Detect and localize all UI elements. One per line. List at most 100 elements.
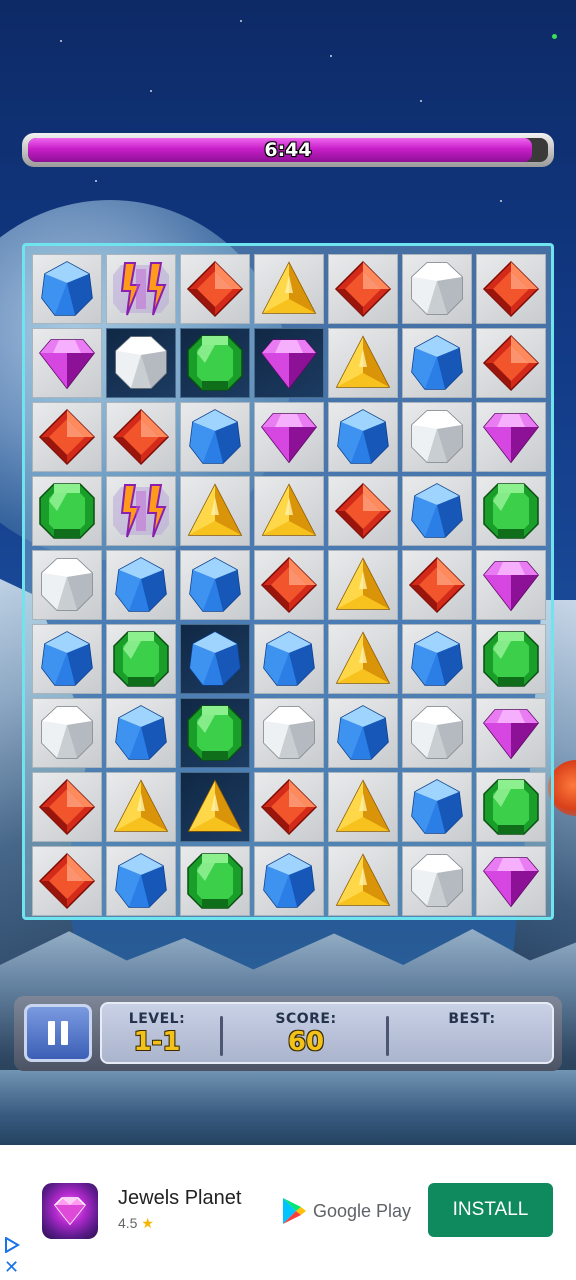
best-block: BEST: [392, 1004, 552, 1062]
board-cell[interactable] [106, 698, 176, 768]
board-cell[interactable] [254, 476, 324, 546]
ad-app-name[interactable]: Jewels Planet [118, 1187, 241, 1210]
board-cell[interactable] [180, 772, 250, 842]
board-cell[interactable] [476, 550, 546, 620]
blue-gem-icon [185, 629, 245, 689]
red-gem-icon [481, 333, 541, 393]
board-cell[interactable] [254, 402, 324, 472]
board-cell[interactable] [106, 476, 176, 546]
ad-choices-icon[interactable] [4, 1237, 20, 1253]
pause-button[interactable] [24, 1004, 92, 1062]
board-cell[interactable] [402, 698, 472, 768]
board-cell[interactable] [328, 846, 398, 916]
board-cell[interactable] [254, 328, 324, 398]
board-cell[interactable] [328, 624, 398, 694]
board-cell[interactable] [402, 476, 472, 546]
board-cell[interactable] [476, 254, 546, 324]
board-cell[interactable] [180, 402, 250, 472]
board-cell[interactable] [254, 550, 324, 620]
board-cell[interactable] [106, 328, 176, 398]
white-gem-icon [407, 703, 467, 763]
board-cell[interactable] [476, 328, 546, 398]
board-cell[interactable] [106, 624, 176, 694]
blue-gem-icon [407, 777, 467, 837]
board-cell[interactable] [328, 698, 398, 768]
board-cell[interactable] [254, 624, 324, 694]
board-cell[interactable] [32, 254, 102, 324]
red-gem-icon [333, 259, 393, 319]
install-button[interactable]: INSTALL [428, 1183, 553, 1237]
board-cell[interactable] [254, 254, 324, 324]
board-cell[interactable] [328, 772, 398, 842]
board-cell[interactable] [328, 550, 398, 620]
board-cell[interactable] [32, 624, 102, 694]
board-cell[interactable] [106, 402, 176, 472]
water [0, 1070, 576, 1145]
star [420, 100, 422, 102]
board-cell[interactable] [32, 476, 102, 546]
board-cell[interactable] [32, 846, 102, 916]
board-cell[interactable] [476, 772, 546, 842]
board-cell[interactable] [106, 846, 176, 916]
board-cell[interactable] [402, 846, 472, 916]
red-gem-icon [259, 777, 319, 837]
board-cell[interactable] [402, 254, 472, 324]
white-gem-icon [37, 555, 97, 615]
white-gem-icon [407, 851, 467, 911]
yellow-gem-icon [333, 851, 393, 911]
timer-text: 6:44 [264, 139, 312, 161]
board-cell[interactable] [402, 772, 472, 842]
board-cell[interactable] [180, 254, 250, 324]
board-cell[interactable] [32, 772, 102, 842]
board-cell[interactable] [402, 328, 472, 398]
board-cell[interactable] [106, 254, 176, 324]
board-cell[interactable] [32, 698, 102, 768]
board-cell[interactable] [328, 402, 398, 472]
bolt-gem-icon [111, 481, 171, 541]
board-cell[interactable] [106, 772, 176, 842]
google-play-badge[interactable]: Google Play [281, 1197, 411, 1225]
board-cell[interactable] [476, 698, 546, 768]
board-cell[interactable] [402, 550, 472, 620]
app-icon[interactable] [42, 1183, 98, 1239]
board-cell[interactable] [32, 550, 102, 620]
board-cell[interactable] [180, 328, 250, 398]
board-cell[interactable] [402, 402, 472, 472]
board-cell[interactable] [254, 698, 324, 768]
board-cell[interactable] [328, 328, 398, 398]
green-gem-icon [185, 703, 245, 763]
timer-track: 6:44 [28, 138, 548, 162]
level-block: LEVEL: 1-1 [102, 1004, 212, 1062]
board-cell[interactable] [476, 846, 546, 916]
board-cell[interactable] [476, 402, 546, 472]
board-cell[interactable] [328, 254, 398, 324]
red-gem-icon [37, 851, 97, 911]
board-cell[interactable] [476, 476, 546, 546]
board-cell[interactable] [254, 772, 324, 842]
white-gem-icon [407, 407, 467, 467]
board-cell[interactable] [180, 846, 250, 916]
blue-gem-icon [185, 407, 245, 467]
google-play-text: Google Play [313, 1200, 412, 1221]
blue-gem-icon [333, 407, 393, 467]
blue-gem-icon [111, 703, 171, 763]
yellow-gem-icon [333, 777, 393, 837]
board-cell[interactable] [402, 624, 472, 694]
board-cell[interactable] [180, 624, 250, 694]
board-cell[interactable] [180, 698, 250, 768]
board-cell[interactable] [106, 550, 176, 620]
close-icon[interactable]: ✕ [4, 1259, 19, 1277]
board-cell[interactable] [180, 550, 250, 620]
purple-gem-icon [481, 555, 541, 615]
ad-banner[interactable]: Jewels Planet 4.5 ★ Google Play INSTALL … [0, 1145, 576, 1280]
green-gem-icon [111, 629, 171, 689]
board-cell[interactable] [180, 476, 250, 546]
yellow-gem-icon [259, 259, 319, 319]
board-cell[interactable] [32, 328, 102, 398]
board-cell[interactable] [476, 624, 546, 694]
yellow-gem-icon [111, 777, 171, 837]
board-cell[interactable] [254, 846, 324, 916]
board-cell[interactable] [328, 476, 398, 546]
board-cell[interactable] [32, 402, 102, 472]
blue-gem-icon [111, 851, 171, 911]
